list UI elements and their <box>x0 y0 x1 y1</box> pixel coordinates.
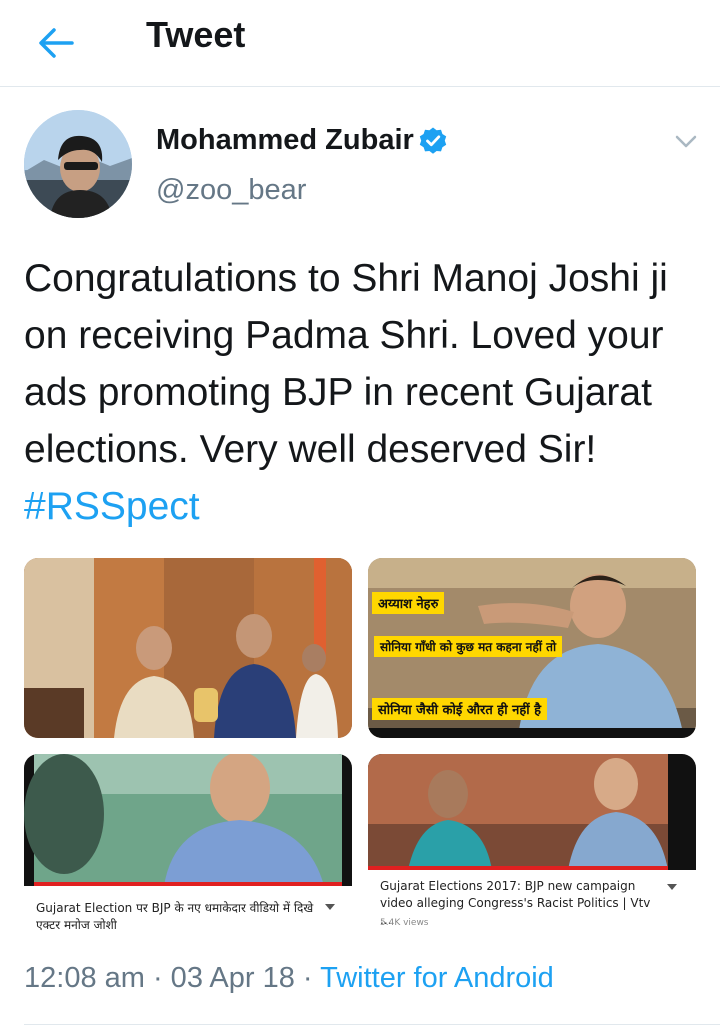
avatar[interactable] <box>24 110 132 218</box>
video-caption-3: सोनिया जैसी कोई औरत ही नहीं है <box>372 698 548 720</box>
timestamp: 12:08 am · 03 Apr 18 · <box>24 962 321 994</box>
chevron-down-icon[interactable] <box>672 128 700 156</box>
video-caption-2: सोनिया गाँधी को कुछ मत कहना नहीं तो <box>374 636 563 657</box>
hashtag-link[interactable]: #RSSpect <box>24 485 200 528</box>
divider <box>24 1024 720 1025</box>
media-image-3[interactable]: Gujarat Election पर BJP के नए धमाकेदार व… <box>24 754 352 936</box>
tweet-body: Congratulations to Shri Manoj Joshi ji o… <box>24 257 668 471</box>
tweet-meta: 12:08 am · 03 Apr 18 · Twitter for Andro… <box>24 962 554 995</box>
media-image-1[interactable] <box>24 558 352 738</box>
video-title-3: Gujarat Election पर BJP के नए धमाकेदार व… <box>36 901 314 932</box>
more-options-icon[interactable] <box>324 902 336 912</box>
top-bar: Tweet <box>0 0 720 87</box>
author-handle[interactable]: @zoo_bear <box>156 174 306 207</box>
video-caption-1: अय्याश नेहरु <box>372 592 445 614</box>
source-link[interactable]: Twitter for Android <box>320 962 554 994</box>
media-image-4[interactable]: Gujarat Elections 2017: BJP new campaign… <box>368 754 696 936</box>
verified-badge-icon <box>418 126 448 156</box>
tweet-text: Congratulations to Shri Manoj Joshi ji o… <box>24 250 700 535</box>
page-title: Tweet <box>146 14 246 55</box>
view-count: 5.4K views <box>380 918 429 928</box>
more-options-icon[interactable] <box>666 882 678 892</box>
back-arrow-icon[interactable] <box>32 18 82 68</box>
media-image-2[interactable]: अय्याश नेहरु सोनिया गाँधी को कुछ मत कहना… <box>368 558 696 738</box>
author-name[interactable]: Mohammed Zubair <box>156 124 414 157</box>
